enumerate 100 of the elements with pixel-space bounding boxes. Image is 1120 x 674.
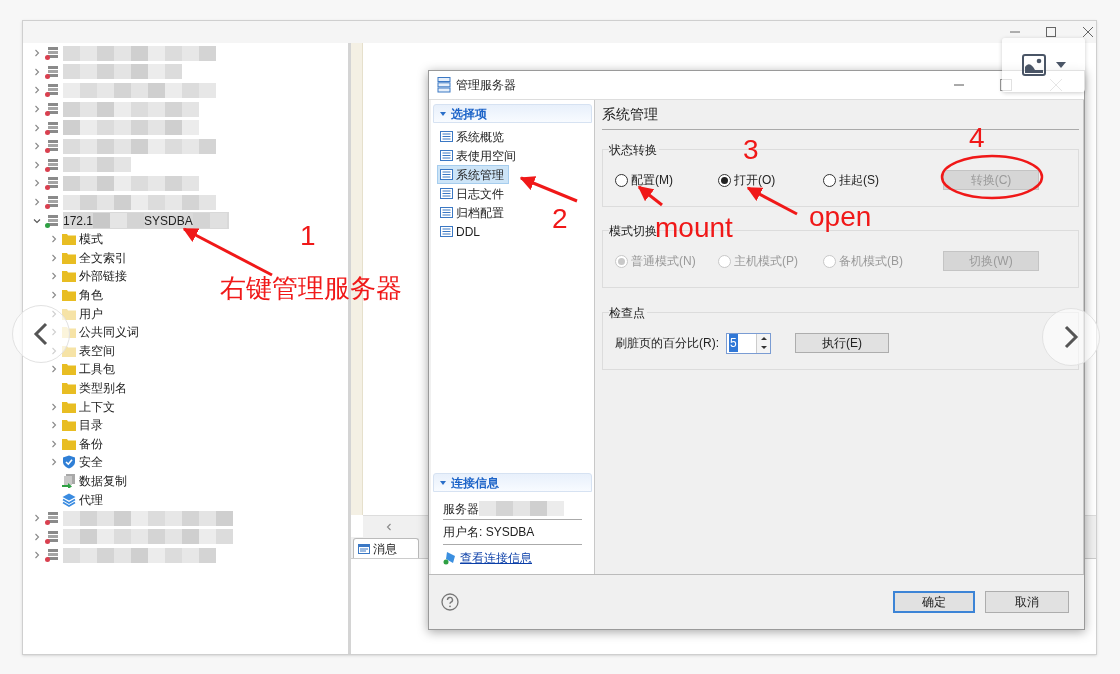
list-icon — [440, 207, 453, 218]
folder-icon — [62, 363, 76, 376]
dialog-title: 管理服务器 — [456, 77, 517, 94]
radio-button[interactable]: 打开(O) — [718, 171, 823, 189]
folder-icon — [62, 344, 76, 357]
radio-button[interactable]: 挂起(S) — [823, 171, 943, 189]
group-title: 状态转换 — [609, 141, 659, 159]
folder-icon — [62, 307, 76, 320]
annotation-text: open — [809, 203, 872, 231]
nav-item[interactable]: 日志文件 — [437, 184, 509, 203]
dialog-icon — [437, 77, 451, 93]
server-icon — [45, 139, 59, 154]
annotation-text: 4 — [969, 124, 985, 152]
chevron-icon[interactable] — [33, 179, 41, 188]
nav-item[interactable]: 系统概览 — [437, 127, 509, 146]
server-icon — [45, 213, 59, 228]
nav-item[interactable]: 归档配置 — [437, 203, 509, 222]
chevron-icon[interactable] — [50, 365, 58, 374]
dialog-button[interactable]: 取消 — [985, 591, 1069, 613]
tree-item[interactable]: 角色 — [79, 286, 103, 304]
chevron-icon[interactable] — [33, 532, 41, 541]
tree-item[interactable]: 公共同义词 — [79, 323, 139, 342]
number-spinner[interactable]: 5 — [726, 332, 771, 354]
collapse-icon — [440, 480, 446, 485]
chevron-icon[interactable] — [33, 67, 41, 76]
section-header[interactable]: 连接信息 — [433, 473, 592, 492]
tree-item[interactable]: 目录 — [79, 416, 103, 435]
list-icon — [440, 169, 453, 180]
chevron-icon[interactable] — [33, 49, 41, 58]
server-icon — [45, 46, 59, 61]
server-icon — [45, 511, 59, 526]
image-icon[interactable] — [1021, 54, 1046, 76]
list-icon — [440, 150, 453, 161]
nav-item[interactable]: 表使用空间 — [437, 146, 521, 165]
tree-item[interactable]: 类型别名 — [79, 379, 127, 397]
annotation-text: 1 — [300, 222, 316, 250]
server-address: 172.1 — [63, 212, 94, 230]
list-icon — [440, 188, 453, 199]
chevron-icon[interactable] — [33, 142, 41, 151]
chevron-icon[interactable] — [33, 160, 41, 169]
folder-icon — [62, 419, 76, 432]
list-icon — [440, 226, 453, 237]
connection-info-link[interactable]: 查看连接信息 — [460, 548, 532, 567]
chevron-icon[interactable] — [50, 402, 58, 411]
radio-button[interactable]: 配置(M) — [615, 171, 718, 189]
arrow — [637, 185, 663, 207]
group-title: 检查点 — [609, 304, 647, 322]
tree-item[interactable]: 模式 — [79, 230, 103, 249]
tree-item[interactable]: 工具包 — [79, 360, 115, 379]
folder-icon — [62, 382, 76, 394]
chevron-icon[interactable] — [33, 216, 41, 225]
server-icon — [45, 64, 59, 79]
chevron-icon[interactable] — [50, 291, 58, 299]
tree-item[interactable]: 上下文 — [79, 397, 115, 416]
tree-item[interactable]: 代理 — [79, 490, 103, 509]
message-icon — [358, 542, 370, 555]
field-label: 刷脏页的百分比(R): — [615, 335, 720, 352]
nav-item[interactable]: 系统管理 — [437, 165, 509, 184]
scroll-left-icon[interactable] — [385, 522, 393, 531]
user-name-label: 用户名: SYSDBA — [443, 524, 535, 541]
chevron-icon[interactable] — [33, 123, 41, 132]
server-icon — [45, 529, 59, 544]
close-icon[interactable] — [1083, 27, 1093, 37]
maximize-icon[interactable] — [1046, 27, 1056, 37]
folder-icon — [62, 289, 76, 301]
dialog-button[interactable]: 确定 — [893, 591, 975, 613]
connection-icon — [443, 550, 457, 565]
tree-item[interactable]: 全文索引 — [79, 248, 127, 267]
server-label: 服务器 — [443, 500, 479, 518]
message-tab[interactable]: 消息 — [353, 538, 419, 558]
chevron-icon[interactable] — [33, 105, 41, 114]
tree-item[interactable]: 表空间 — [79, 341, 115, 360]
action-button[interactable]: 执行(E) — [795, 333, 889, 353]
chevron-icon[interactable] — [50, 458, 58, 467]
tree-item[interactable]: 安全 — [79, 453, 103, 472]
chevron-icon[interactable] — [33, 551, 41, 560]
annotation-text: 右键管理服务器 — [220, 275, 402, 301]
chevron-icon[interactable] — [50, 272, 58, 281]
section-header[interactable]: 选择项 — [433, 104, 592, 123]
folder-icon — [62, 437, 76, 450]
tree-item[interactable]: 用户 — [79, 304, 103, 323]
redacted-text — [63, 157, 131, 173]
dropdown-caret-icon[interactable] — [1055, 62, 1066, 68]
tree-item[interactable]: 数据复制 — [79, 471, 127, 490]
nav-item[interactable]: DDL — [437, 222, 485, 241]
tree-item[interactable]: 备份 — [79, 434, 103, 453]
arrow — [519, 176, 578, 203]
chevron-icon[interactable] — [33, 86, 41, 95]
folder-icon — [62, 400, 76, 413]
tree-item[interactable]: 外部链接 — [79, 267, 127, 286]
chevron-icon[interactable] — [33, 198, 41, 207]
shield-icon — [62, 455, 76, 470]
help-icon[interactable] — [441, 593, 459, 611]
redacted-text — [93, 213, 145, 229]
tree-item[interactable]: 172.1 SYSDBA — [63, 212, 229, 230]
folder-icon — [62, 270, 76, 283]
server-icon — [45, 176, 59, 191]
folder-icon — [62, 326, 76, 339]
annotation-text: 2 — [552, 205, 568, 233]
chevron-icon[interactable] — [33, 514, 41, 523]
